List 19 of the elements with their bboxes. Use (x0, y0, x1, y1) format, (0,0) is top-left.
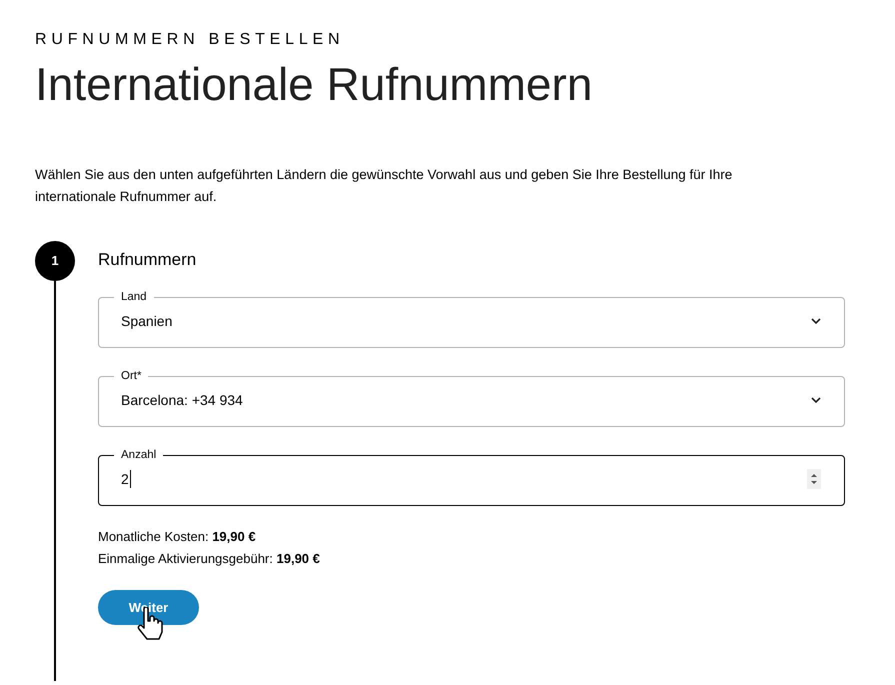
field-value: Barcelona: +34 934 (121, 390, 243, 410)
spinner-icon[interactable] (807, 469, 821, 489)
field-value: Spanien (121, 312, 172, 331)
field-label: Anzahl (120, 448, 158, 462)
cost-line: Monatliche Kosten: 19,90 € (98, 528, 256, 546)
dropdown-field[interactable]: Land Spanien (98, 290, 845, 348)
step-number: 1 (35, 241, 75, 281)
number-field[interactable]: Anzahl 2 (98, 448, 845, 506)
field-value: 2 (121, 469, 131, 490)
cost-line: Einmalige Aktivierungsgebühr: 19,90 € (98, 550, 320, 568)
page-title: Internationale Rufnummern (35, 57, 592, 112)
chevron-down-icon (811, 318, 821, 324)
chevron-down-icon (811, 396, 821, 404)
step-title: Rufnummern (98, 250, 196, 270)
dropdown-field[interactable]: Ort* Barcelona: +34 934 (98, 369, 845, 427)
field-label: Land (120, 290, 148, 304)
eyebrow-heading: RUFNUMMERN BESTELLEN (35, 30, 344, 50)
intro-text: Wählen Sie aus den unten aufgeführten Ländern die gewünschte Vorwahl aus und geben Sie Ihre Bestellung für Ihre internationale Rufnummer auf. (35, 166, 734, 206)
field-label: Ort* (120, 369, 142, 383)
